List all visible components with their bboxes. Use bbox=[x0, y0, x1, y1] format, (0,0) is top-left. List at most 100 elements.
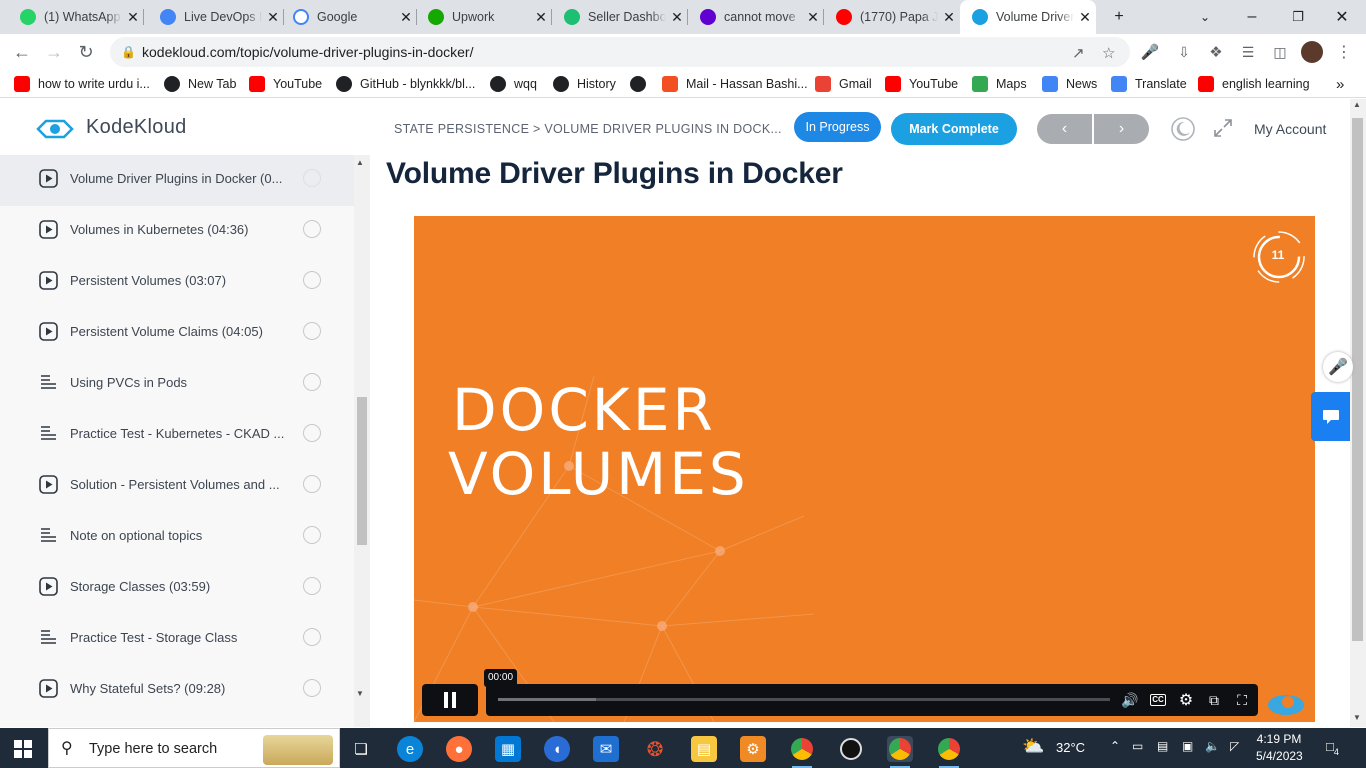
close-tab-icon[interactable]: ✕ bbox=[802, 9, 824, 26]
wifi-icon[interactable]: ◸ bbox=[1230, 739, 1239, 753]
tab-title[interactable]: Volume Driver bbox=[996, 10, 1074, 24]
page-scroll-up-icon[interactable]: ▲ bbox=[1353, 100, 1361, 109]
tab-title[interactable]: Seller Dashboard bbox=[588, 10, 666, 24]
page-scrollbar-thumb[interactable] bbox=[1352, 118, 1363, 641]
browser-tab[interactable]: cannot move ✕ bbox=[688, 0, 824, 34]
address-bar[interactable]: 🔒 kodekloud.com/topic/volume-driver-plug… bbox=[110, 37, 1130, 67]
browser-tab[interactable]: Google ✕ bbox=[281, 0, 417, 34]
windows-start-icon[interactable] bbox=[14, 740, 32, 758]
chrome-profile-icon[interactable] bbox=[887, 736, 913, 768]
lock-icon[interactable]: 🔒 bbox=[121, 45, 136, 59]
tab-title[interactable]: (1) WhatsApp bbox=[44, 10, 122, 24]
taskbar-search[interactable]: ⚲ Type here to search bbox=[48, 728, 340, 768]
lesson-item[interactable]: Volumes in Kubernetes (04:36) bbox=[0, 206, 354, 257]
battery-icon[interactable]: ▭ bbox=[1132, 739, 1143, 753]
close-tab-icon[interactable]: ✕ bbox=[1074, 9, 1096, 26]
completion-circle-icon[interactable] bbox=[303, 220, 321, 238]
lesson-label[interactable]: Solution - Persistent Volumes and ... bbox=[70, 477, 280, 492]
bookmark-item[interactable]: how to write urdu i... bbox=[14, 75, 150, 93]
lesson-label[interactable]: Practice Test - Kubernetes - CKAD ... bbox=[70, 426, 284, 441]
tab-title[interactable]: Google bbox=[317, 10, 395, 24]
next-lesson-button[interactable]: › bbox=[1094, 114, 1149, 144]
bookmark-item[interactable]: History bbox=[553, 75, 616, 93]
completion-circle-icon[interactable] bbox=[303, 475, 321, 493]
lesson-label[interactable]: Practice Test - Storage Class bbox=[70, 630, 237, 645]
tab-title[interactable]: (1770) Papa Je bbox=[860, 10, 938, 24]
task-view-icon[interactable]: ❏ bbox=[348, 736, 374, 762]
completion-circle-icon[interactable] bbox=[303, 526, 321, 544]
completion-circle-icon[interactable] bbox=[303, 169, 321, 187]
previous-lesson-button[interactable]: ‹ bbox=[1037, 114, 1092, 144]
fullscreen-icon[interactable] bbox=[1212, 117, 1234, 139]
brand-name[interactable]: KodeKloud bbox=[86, 116, 187, 139]
tab-title[interactable]: cannot move bbox=[724, 10, 802, 24]
lesson-item[interactable]: Practice Test - Kubernetes - CKAD ... bbox=[0, 410, 354, 461]
picture-in-picture-icon[interactable]: ⧉ bbox=[1205, 691, 1223, 709]
in-progress-button[interactable]: In Progress bbox=[794, 112, 881, 142]
bookmark-item[interactable]: GitHub - blynkkk/bl... bbox=[336, 75, 475, 93]
bookmark-item[interactable]: YouTube bbox=[885, 75, 958, 93]
sidebar-scrollbar-thumb[interactable] bbox=[357, 397, 367, 545]
bookmark-label[interactable]: Translate bbox=[1135, 77, 1187, 91]
tab-search-icon[interactable]: ⌄ bbox=[1190, 0, 1220, 34]
settings-gear-icon[interactable]: ⚙ bbox=[1177, 691, 1195, 709]
minimize-button[interactable]: – bbox=[1232, 0, 1272, 34]
lesson-label[interactable]: Persistent Volumes (03:07) bbox=[70, 273, 226, 288]
bookmark-label[interactable]: Gmail bbox=[839, 77, 872, 91]
voice-assistant-icon[interactable]: 🎤 bbox=[1323, 352, 1353, 382]
lesson-item[interactable]: Persistent Volume Claims (04:05) bbox=[0, 308, 354, 359]
completion-circle-icon[interactable] bbox=[303, 424, 321, 442]
mark-complete-button[interactable]: Mark Complete bbox=[891, 113, 1017, 145]
close-tab-icon[interactable]: ✕ bbox=[666, 9, 688, 26]
completion-circle-icon[interactable] bbox=[303, 679, 321, 697]
lesson-label[interactable]: Using PVCs in Pods bbox=[70, 375, 187, 390]
lesson-label[interactable]: Note on optional topics bbox=[70, 528, 202, 543]
tray-app-icon[interactable]: ▣ bbox=[1182, 739, 1193, 753]
lesson-item[interactable]: Storage Classes (03:59) bbox=[0, 563, 354, 614]
bookmark-label[interactable]: YouTube bbox=[909, 77, 958, 91]
page-scroll-down-icon[interactable]: ▼ bbox=[1353, 713, 1361, 722]
store-icon[interactable]: ▦ bbox=[495, 736, 521, 762]
close-tab-icon[interactable]: ✕ bbox=[530, 9, 552, 26]
download-extension-icon[interactable]: ⇩ bbox=[1170, 38, 1198, 66]
reload-button[interactable]: ↻ bbox=[72, 38, 100, 66]
browser-tab[interactable]: (1770) Papa Je ✕ bbox=[824, 0, 960, 34]
lesson-label[interactable]: Storage Classes (03:59) bbox=[70, 579, 210, 594]
bookmark-label[interactable]: History bbox=[577, 77, 616, 91]
lesson-label[interactable]: Persistent Volume Claims (04:05) bbox=[70, 324, 263, 339]
settings-app-icon[interactable]: ⚙ bbox=[740, 736, 766, 762]
chrome-profile-h-icon[interactable] bbox=[936, 736, 962, 768]
video-fullscreen-icon[interactable]: ⛶ bbox=[1233, 691, 1251, 709]
volume-icon[interactable]: 🔊 bbox=[1121, 691, 1139, 709]
close-tab-icon[interactable]: ✕ bbox=[122, 9, 144, 26]
close-tab-icon[interactable]: ✕ bbox=[395, 9, 417, 26]
file-explorer-icon[interactable]: ▤ bbox=[691, 736, 717, 762]
bookmark-item[interactable]: Gmail bbox=[815, 75, 872, 93]
bookmark-label[interactable]: News bbox=[1066, 77, 1097, 91]
lesson-item[interactable]: Volume Driver Plugins in Docker (0... bbox=[0, 155, 354, 206]
weather-icon[interactable]: ⛅ bbox=[1022, 736, 1044, 757]
completion-circle-icon[interactable] bbox=[303, 628, 321, 646]
tray-up-arrow-icon[interactable]: ⌃ bbox=[1110, 739, 1120, 753]
back-button[interactable]: ← bbox=[8, 38, 36, 66]
camera-app-icon[interactable] bbox=[838, 736, 864, 762]
completion-circle-icon[interactable] bbox=[303, 577, 321, 595]
mail-icon[interactable]: ✉ bbox=[593, 736, 619, 762]
bookmarks-more-button[interactable]: » bbox=[1336, 75, 1344, 93]
temperature[interactable]: 32°C bbox=[1056, 740, 1085, 755]
completion-circle-icon[interactable] bbox=[303, 373, 321, 391]
bookmark-item[interactable]: News bbox=[1042, 75, 1097, 93]
browser-tab[interactable]: Seller Dashboard✕ bbox=[552, 0, 688, 34]
share-icon[interactable]: ↗ bbox=[1072, 44, 1085, 62]
bookmark-label[interactable]: wqq bbox=[514, 77, 537, 91]
tab-title[interactable]: Live DevOps Proj bbox=[184, 10, 262, 24]
mic-extension-icon[interactable]: 🎤 bbox=[1136, 38, 1164, 66]
close-window-button[interactable]: ✕ bbox=[1322, 0, 1362, 34]
chrome-icon[interactable] bbox=[789, 736, 815, 768]
lesson-item[interactable]: Solution - Persistent Volumes and ... bbox=[0, 461, 354, 512]
bookmark-label[interactable]: Maps bbox=[996, 77, 1027, 91]
sidebar-scroll-down-icon[interactable]: ▼ bbox=[356, 689, 364, 698]
lesson-item[interactable]: Practice Test - Storage Class bbox=[0, 614, 354, 665]
sidebar-scroll-up-icon[interactable]: ▲ bbox=[356, 158, 364, 167]
bookmark-item[interactable]: YouTube bbox=[249, 75, 322, 93]
